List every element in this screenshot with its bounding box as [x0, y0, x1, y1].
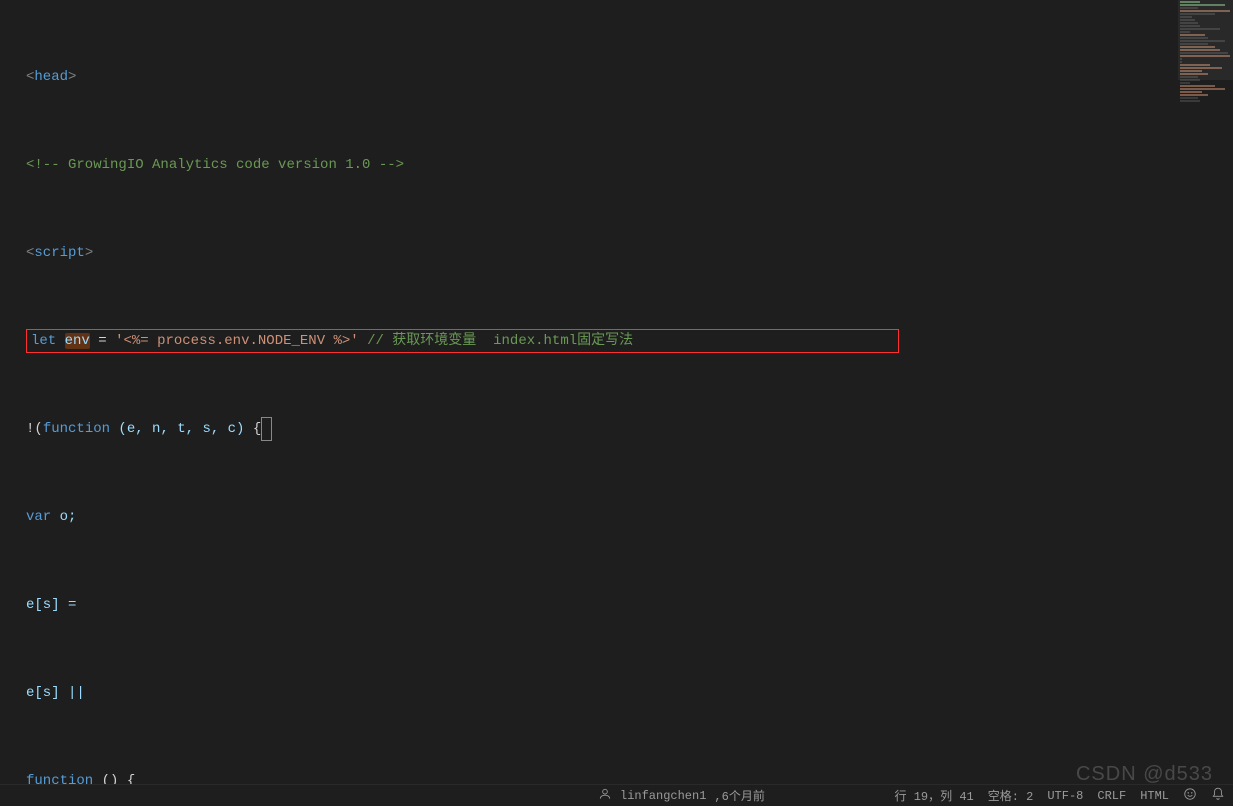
status-spaces[interactable]: 空格: 2: [988, 787, 1034, 804]
tag-head: head: [34, 66, 68, 88]
bracket-match: [261, 417, 271, 441]
minimap[interactable]: [1178, 0, 1233, 784]
minimap-slider[interactable]: [1178, 0, 1233, 80]
tag-script: script: [34, 242, 84, 264]
status-author[interactable]: linfangchen1: [620, 789, 706, 803]
status-encoding[interactable]: UTF-8: [1047, 789, 1083, 803]
highlighted-env-line: let env = '<%= process.env.NODE_ENV %>' …: [26, 329, 899, 353]
gutter: [0, 0, 22, 784]
user-icon: [598, 787, 612, 805]
bell-icon[interactable]: [1211, 787, 1225, 805]
status-eol[interactable]: CRLF: [1097, 789, 1126, 803]
code-editor[interactable]: <head> <!-- GrowingIO Analytics code ver…: [0, 0, 1178, 784]
status-bar: linfangchen1,6个月前 行 19，列 41 空格: 2 UTF-8 …: [0, 784, 1233, 806]
watermark: CSDN @d533: [1076, 763, 1213, 786]
comment-line: <!-- GrowingIO Analytics code version 1.…: [26, 154, 404, 176]
status-time-ago: ,6个月前: [714, 787, 764, 804]
status-line-col[interactable]: 行 19，列 41: [895, 787, 974, 804]
status-language[interactable]: HTML: [1140, 789, 1169, 803]
feedback-icon[interactable]: [1183, 787, 1197, 805]
code-area[interactable]: <head> <!-- GrowingIO Analytics code ver…: [22, 0, 1178, 784]
